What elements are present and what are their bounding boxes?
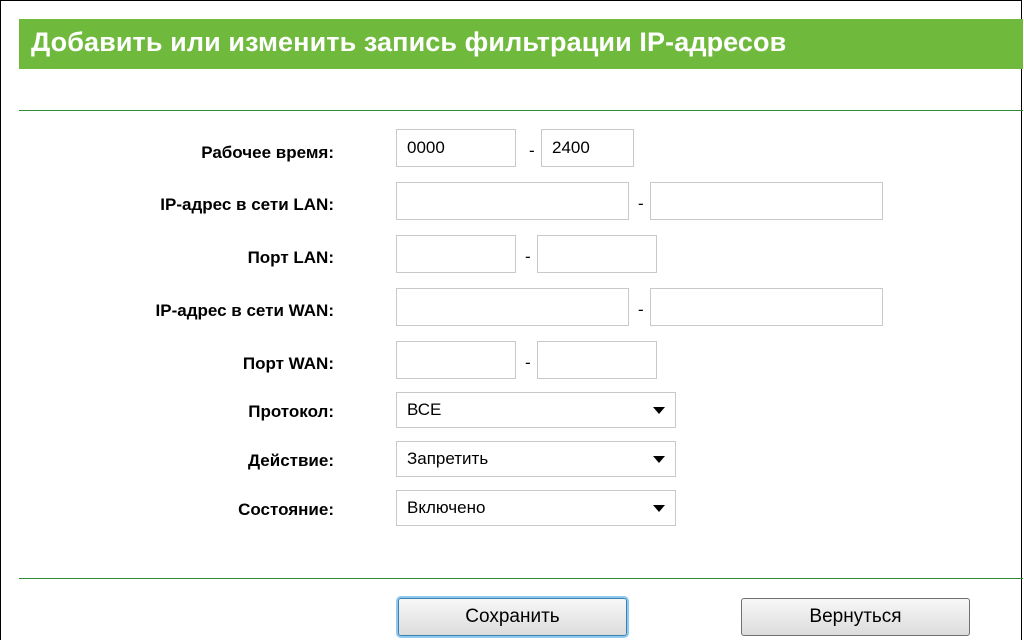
save-button[interactable]: Сохранить [398, 598, 627, 636]
divider-bottom [19, 578, 1023, 579]
page-title: Добавить или изменить запись фильтрации … [31, 27, 787, 57]
chevron-down-icon [653, 456, 665, 463]
protocol-select[interactable]: ВСЕ [396, 392, 676, 428]
wan-port-label: Порт WAN: [242, 354, 334, 373]
work-time-end-input[interactable] [541, 129, 634, 167]
lan-ip-separator: - [638, 194, 644, 213]
wan-port-end-input[interactable] [537, 341, 657, 379]
work-time-label: Рабочее время: [201, 143, 334, 162]
lan-port-label: Порт LAN: [247, 248, 334, 267]
wan-port-separator: - [525, 353, 531, 372]
lan-ip-end-input[interactable] [650, 182, 883, 220]
chevron-down-icon [653, 505, 665, 512]
lan-ip-label: IP-адрес в сети LAN: [160, 195, 334, 214]
action-label: Действие: [247, 451, 334, 470]
chevron-down-icon [653, 407, 665, 414]
back-button[interactable]: Вернуться [741, 598, 970, 636]
lan-port-start-input[interactable] [396, 235, 516, 273]
action-select[interactable]: Запретить [396, 441, 676, 477]
title-bar: Добавить или изменить запись фильтрации … [19, 19, 1023, 69]
wan-port-start-input[interactable] [396, 341, 516, 379]
status-value: Включено [407, 498, 486, 517]
protocol-label: Протокол: [248, 402, 334, 421]
lan-ip-start-input[interactable] [396, 182, 629, 220]
status-select[interactable]: Включено [396, 490, 676, 526]
protocol-value: ВСЕ [407, 400, 442, 419]
divider-top [19, 110, 1023, 111]
status-label: Состояние: [238, 500, 334, 519]
work-time-separator: - [529, 141, 535, 160]
work-time-start-input[interactable] [396, 129, 516, 167]
wan-ip-separator: - [638, 300, 644, 319]
wan-ip-start-input[interactable] [396, 288, 629, 326]
lan-port-separator: - [525, 247, 531, 266]
action-value: Запретить [407, 449, 489, 468]
wan-ip-end-input[interactable] [650, 288, 883, 326]
wan-ip-label: IP-адрес в сети WAN: [155, 301, 334, 320]
lan-port-end-input[interactable] [537, 235, 657, 273]
